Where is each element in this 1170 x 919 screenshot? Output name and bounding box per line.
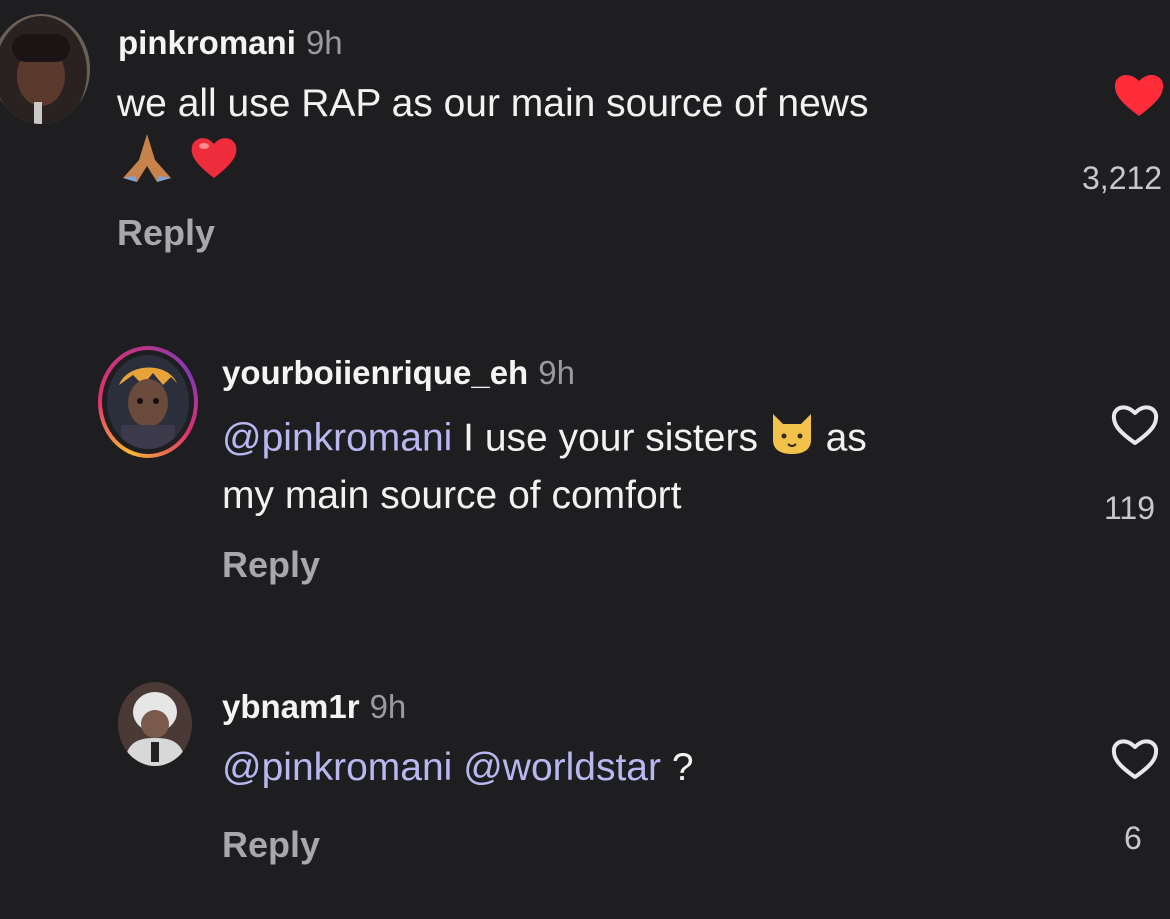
heart-outline-icon[interactable] [1108,400,1162,453]
mention-link[interactable]: @pinkromani [222,746,452,789]
comment-header: pinkromani 9h [118,24,343,62]
comment-text-segment: I use your sisters [452,416,769,460]
comment-text: @pinkromani @worldstar ? [222,742,694,794]
comment-text-line: we all use RAP as our main source of new… [117,82,869,125]
comment-pinkromani: pinkromani 9h we all use RAP as our main … [0,0,1170,290]
comment-header: ybnam1r 9h [222,688,406,726]
username[interactable]: yourboiienrique_eh [222,354,528,391]
like-count: 119 [1104,490,1156,526]
reply-button[interactable]: Reply [222,544,320,586]
comment-text-line: my main source of comfort [222,474,682,517]
timestamp: 9h [369,688,407,725]
folded-hands-emoji [117,130,177,200]
timestamp: 9h [538,354,575,391]
avatar[interactable] [0,14,90,124]
comment-text: @pinkromani I use your sisters as my mai… [222,410,867,522]
mention-link[interactable]: @worldstar [463,746,661,789]
comment-header: yourboiienrique_eh 9h [222,354,575,392]
avatar[interactable] [107,355,189,449]
comment-emoji-line [117,130,868,188]
mention-link[interactable]: @pinkromani [222,416,452,459]
heart-filled-icon[interactable] [1112,70,1166,123]
username[interactable]: pinkromani [118,24,296,61]
heart-outline-icon[interactable] [1108,734,1162,787]
like-count: 3,212 [1082,160,1163,196]
timestamp: 9h [305,24,343,61]
reply-button[interactable]: Reply [222,824,320,866]
cat-face-emoji [769,410,815,470]
comment-text-line: @pinkromani I use your sisters as [222,410,867,470]
comment-text-segment: ? [661,746,694,789]
comment-text: we all use RAP as our main source of new… [117,78,868,188]
comments-thread: pinkromani 9h we all use RAP as our main … [0,0,1170,919]
reply-button[interactable]: Reply [117,212,215,254]
comment-text-segment: as [814,416,867,460]
comment-yourboiienrique-eh: yourboiienrique_eh 9h @pinkromani I use y… [0,330,1170,620]
red-heart-emoji [188,132,240,198]
like-count: 6 [1124,820,1142,856]
comment-ybnam1r: ybnam1r 9h @pinkromani @worldstar ? Reply… [0,670,1170,919]
avatar[interactable] [118,682,192,766]
story-ring[interactable] [98,346,198,458]
username[interactable]: ybnam1r [222,688,360,725]
